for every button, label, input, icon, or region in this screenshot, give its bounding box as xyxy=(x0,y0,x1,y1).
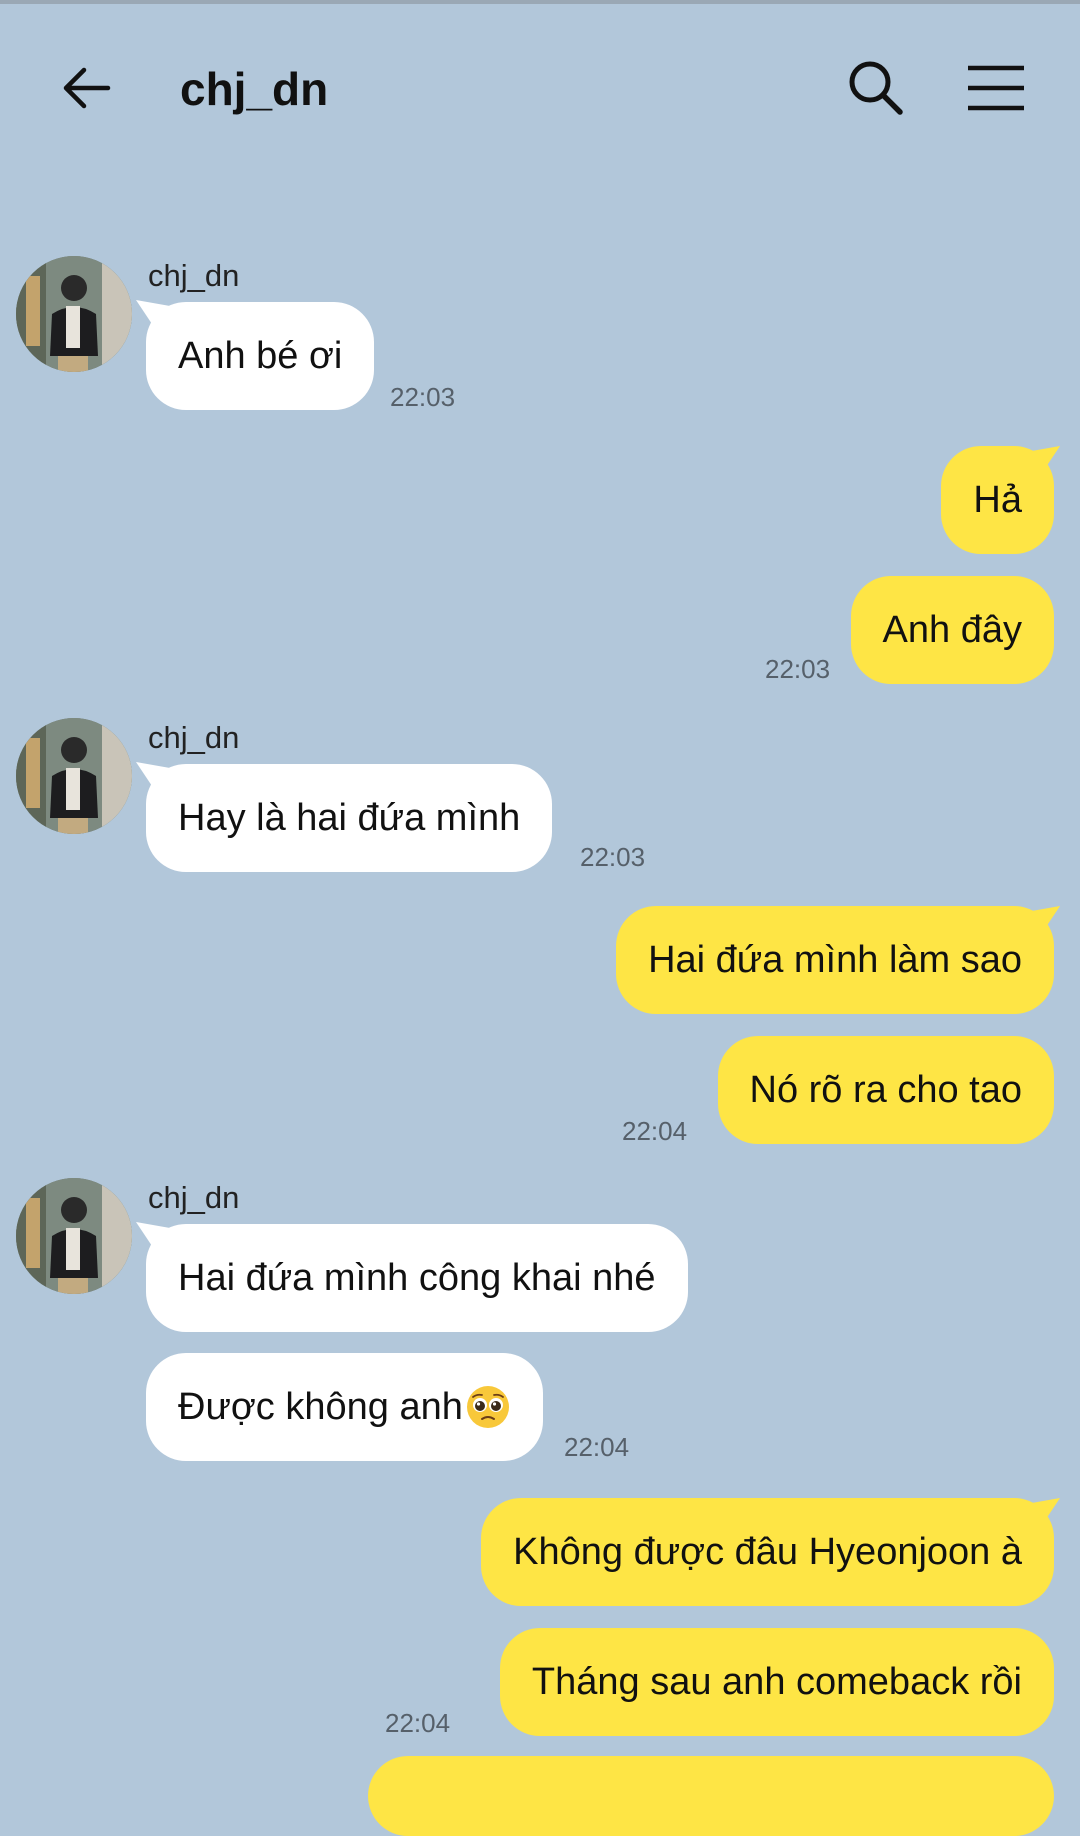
message-bubble-outgoing[interactable]: Hai đứa mình làm sao xyxy=(616,906,1054,1014)
chat-header: chj_dn xyxy=(0,0,1080,180)
message-bubble-outgoing[interactable]: Tháng sau anh comeback rồi xyxy=(499,1628,1054,1736)
avatar-photo-icon xyxy=(16,718,132,834)
search-button[interactable] xyxy=(846,58,906,118)
menu-icon xyxy=(968,65,1024,111)
pleading-face-icon xyxy=(466,1386,509,1428)
avatar[interactable] xyxy=(16,256,132,372)
chat-title: chj_dn xyxy=(180,63,329,115)
message-time: 22:03 xyxy=(580,842,646,872)
message-text: Nó rõ ra cho tao xyxy=(749,1068,1022,1111)
message-text: Anh đây xyxy=(882,608,1022,651)
avatar-photo-icon xyxy=(16,1178,132,1294)
message-bubble-incoming[interactable]: Hay là hai đứa mình xyxy=(146,764,553,872)
avatar[interactable] xyxy=(16,718,132,834)
message-bubble-incoming[interactable]: Được không anh xyxy=(146,1353,543,1461)
message-bubble-outgoing-partial[interactable] xyxy=(368,1756,1054,1836)
message-bubble-incoming[interactable]: Anh bé ơi xyxy=(146,302,375,410)
avatar-photo-icon xyxy=(16,256,132,372)
sender-name: chj_dn xyxy=(148,1180,240,1215)
message-time: 22:04 xyxy=(385,1708,451,1738)
message-bubble-outgoing[interactable]: Nó rõ ra cho tao xyxy=(717,1036,1054,1144)
message-time: 22:04 xyxy=(564,1432,630,1462)
message-text: Hay là hai đứa mình xyxy=(178,796,521,839)
sender-name: chj_dn xyxy=(148,720,240,755)
arrow-left-icon xyxy=(63,67,111,109)
search-icon xyxy=(849,61,903,115)
message-text: Anh bé ơi xyxy=(178,334,343,377)
message-bubble-outgoing[interactable]: Không được đâu Hyeonjoon à xyxy=(481,1498,1054,1606)
message-text: Không được đâu Hyeonjoon à xyxy=(513,1530,1022,1573)
message-text: Tháng sau anh comeback rồi xyxy=(531,1660,1022,1703)
back-button[interactable] xyxy=(56,58,116,118)
sender-name: chj_dn xyxy=(148,258,240,293)
message-bubble-incoming[interactable]: Hai đứa mình công khai nhé xyxy=(146,1224,688,1332)
avatar[interactable] xyxy=(16,1178,132,1294)
message-text: Hả xyxy=(973,478,1022,521)
menu-button[interactable] xyxy=(964,58,1028,118)
message-time: 22:04 xyxy=(622,1116,688,1146)
message-text: Được không anh xyxy=(178,1385,463,1428)
message-bubble-outgoing[interactable]: Anh đây xyxy=(850,576,1054,684)
message-text: Hai đứa mình làm sao xyxy=(648,938,1022,981)
message-bubble-outgoing[interactable]: Hả xyxy=(941,446,1054,554)
message-text: Hai đứa mình công khai nhé xyxy=(178,1256,656,1299)
message-time: 22:03 xyxy=(390,382,456,412)
message-time: 22:03 xyxy=(765,654,831,684)
